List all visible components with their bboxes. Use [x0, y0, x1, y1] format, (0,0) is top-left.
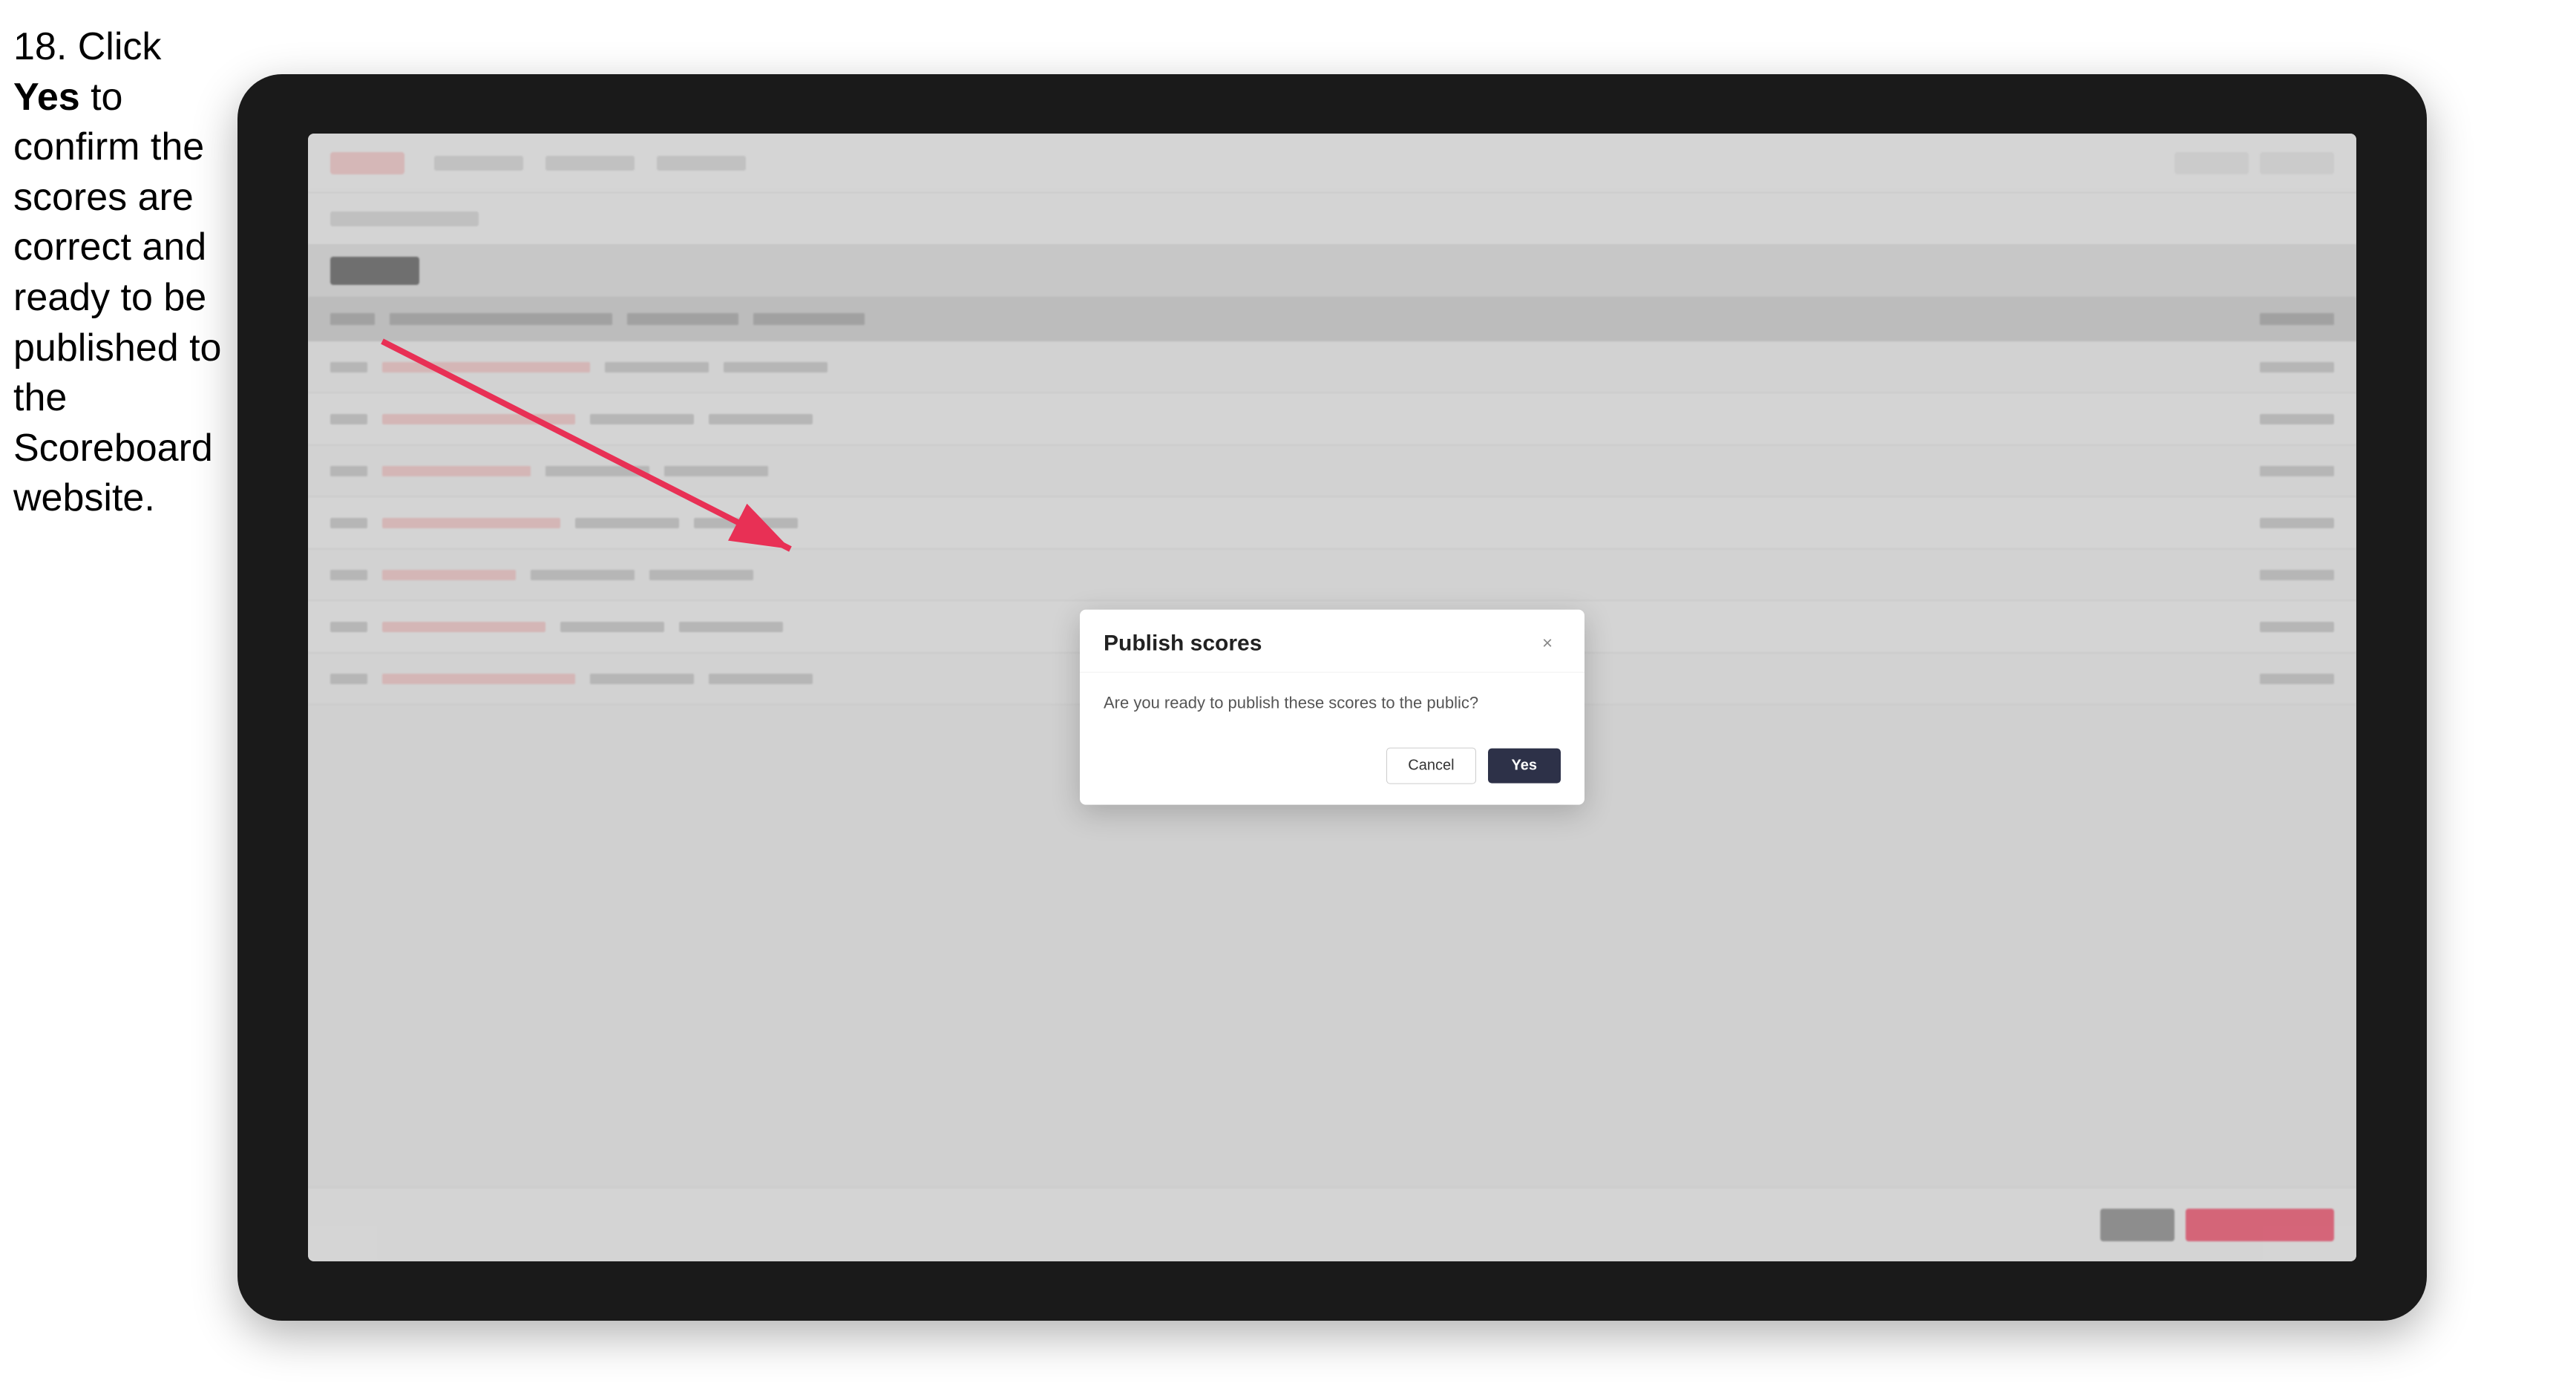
- modal-close-button[interactable]: ×: [1534, 631, 1561, 657]
- modal-overlay: Publish scores × Are you ready to publis…: [308, 134, 2356, 1261]
- step-number: 18.: [13, 25, 67, 68]
- modal-header: Publish scores ×: [1080, 610, 1584, 673]
- modal-footer: Cancel Yes: [1080, 736, 1584, 805]
- modal-message: Are you ready to publish these scores to…: [1104, 691, 1561, 715]
- modal-title: Publish scores: [1104, 631, 1262, 657]
- tablet-screen: Publish scores × Are you ready to publis…: [308, 134, 2356, 1261]
- modal-body: Are you ready to publish these scores to…: [1080, 673, 1584, 736]
- bold-yes: Yes: [13, 76, 80, 119]
- instruction-text: 18. Click Yes to confirm the scores are …: [13, 22, 229, 524]
- cancel-button[interactable]: Cancel: [1386, 748, 1475, 784]
- tablet-device: Publish scores × Are you ready to publis…: [237, 74, 2427, 1321]
- yes-button[interactable]: Yes: [1488, 749, 1561, 784]
- modal-dialog: Publish scores × Are you ready to publis…: [1080, 610, 1584, 805]
